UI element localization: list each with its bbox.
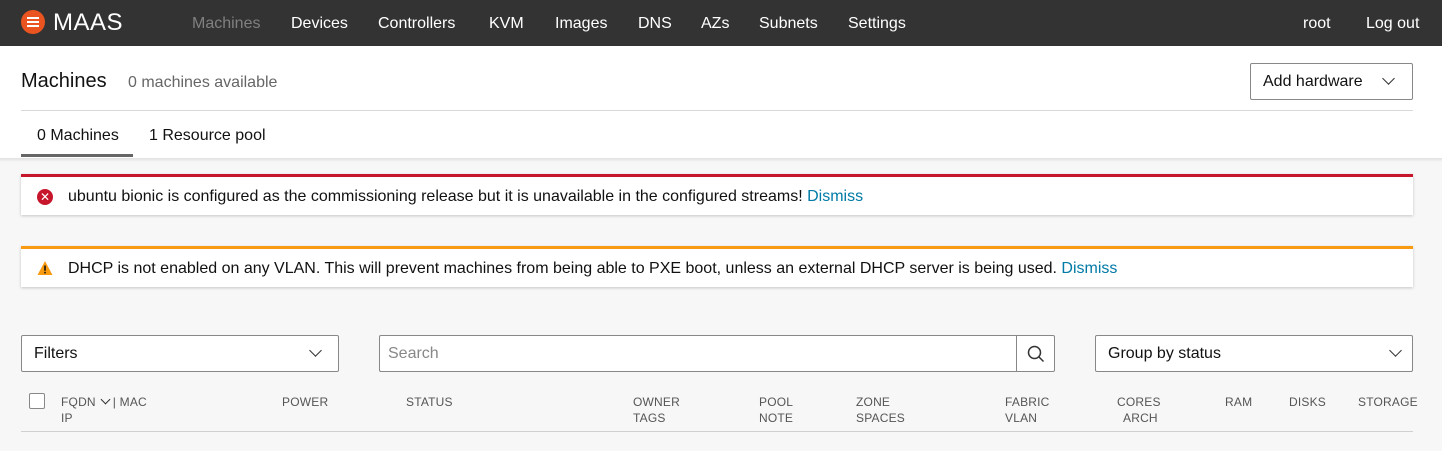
tab-resource-pools[interactable]: 1 Resource pool	[149, 126, 266, 146]
warning-icon	[37, 261, 53, 275]
app-logo-text[interactable]: MAAS	[53, 9, 123, 37]
column-header-owner[interactable]: OWNER	[633, 394, 680, 410]
mac-label[interactable]: | MAC	[113, 395, 147, 409]
group-by-label: Group by status	[1108, 345, 1221, 362]
column-header-note: NOTE	[759, 411, 794, 425]
logout-link[interactable]: Log out	[1366, 14, 1419, 34]
nav-item-azs[interactable]: AZs	[701, 14, 729, 34]
chevron-down-icon	[309, 344, 322, 357]
notification-message: DHCP is not enabled on any VLAN. This wi…	[68, 259, 1117, 279]
error-icon: ✕	[37, 189, 53, 205]
column-header-ip[interactable]: IP	[61, 410, 73, 426]
top-navigation: MAAS Machines Devices Controllers KVM Im…	[0, 0, 1442, 46]
dismiss-warning-link[interactable]: Dismiss	[1061, 260, 1117, 277]
machines-available-count: 0 machines available	[128, 74, 278, 91]
column-header-zone[interactable]: ZONE	[856, 394, 890, 410]
column-header-tags: TAGS	[633, 411, 666, 425]
table-header-divider	[21, 431, 1413, 432]
column-header-disks[interactable]: DISKS	[1289, 394, 1326, 410]
active-tab-indicator	[21, 154, 133, 157]
fqdn-label: FQDN	[61, 395, 96, 409]
maas-menu-icon[interactable]	[21, 10, 45, 34]
column-header-fabric[interactable]: FABRIC	[1005, 394, 1050, 410]
add-hardware-dropdown[interactable]: Add hardware	[1250, 63, 1413, 100]
nav-item-kvm[interactable]: KVM	[489, 14, 524, 34]
column-header-spaces: SPACES	[856, 411, 905, 425]
nav-item-images[interactable]: Images	[555, 14, 607, 34]
nav-item-dns[interactable]: DNS	[638, 14, 672, 34]
chevron-down-icon	[1382, 72, 1395, 85]
filters-dropdown[interactable]: Filters	[21, 335, 339, 372]
nav-item-settings[interactable]: Settings	[848, 14, 906, 34]
nav-item-devices[interactable]: Devices	[291, 14, 348, 34]
dismiss-error-link[interactable]: Dismiss	[807, 188, 863, 205]
nav-item-controllers[interactable]: Controllers	[378, 14, 455, 34]
column-header-fqdn[interactable]: FQDN | MAC	[61, 394, 147, 410]
group-by-select[interactable]: Group by status	[1095, 335, 1413, 372]
column-header-pool[interactable]: POOL	[759, 394, 793, 410]
tab-machines[interactable]: 0 Machines	[37, 126, 119, 146]
warning-notification: DHCP is not enabled on any VLAN. This wi…	[21, 246, 1413, 287]
column-header-status[interactable]: STATUS	[406, 394, 453, 410]
filters-label: Filters	[34, 345, 78, 362]
column-header-arch: ARCH	[1123, 411, 1158, 425]
nav-item-subnets[interactable]: Subnets	[759, 14, 818, 34]
column-header-storage[interactable]: STORAGE	[1358, 394, 1418, 410]
column-header-vlan: VLAN	[1005, 411, 1038, 425]
error-message-text: ubuntu bionic is configured as the commi…	[68, 188, 803, 205]
column-header-ram[interactable]: RAM	[1225, 394, 1252, 410]
search-button[interactable]	[1016, 335, 1055, 372]
chevron-down-icon	[100, 394, 111, 405]
search-icon	[1027, 345, 1045, 363]
error-notification: ✕ ubuntu bionic is configured as the com…	[21, 174, 1413, 215]
header-shadow	[0, 158, 1442, 162]
page-header: Machines 0 machines available Add hardwa…	[0, 46, 1442, 158]
nav-item-machines[interactable]: Machines	[192, 14, 260, 34]
chevron-down-icon	[1389, 344, 1402, 357]
warning-message-text: DHCP is not enabled on any VLAN. This wi…	[68, 260, 1057, 277]
column-header-power[interactable]: POWER	[282, 394, 328, 410]
page-title: Machines	[21, 70, 107, 92]
add-hardware-label: Add hardware	[1263, 73, 1363, 90]
nav-user-link[interactable]: root	[1303, 14, 1331, 34]
column-header-cores[interactable]: CORES	[1117, 394, 1161, 410]
header-divider	[21, 110, 1413, 111]
notification-message: ubuntu bionic is configured as the commi…	[68, 187, 863, 207]
select-all-checkbox[interactable]	[29, 393, 45, 409]
search-input[interactable]	[379, 335, 1017, 372]
